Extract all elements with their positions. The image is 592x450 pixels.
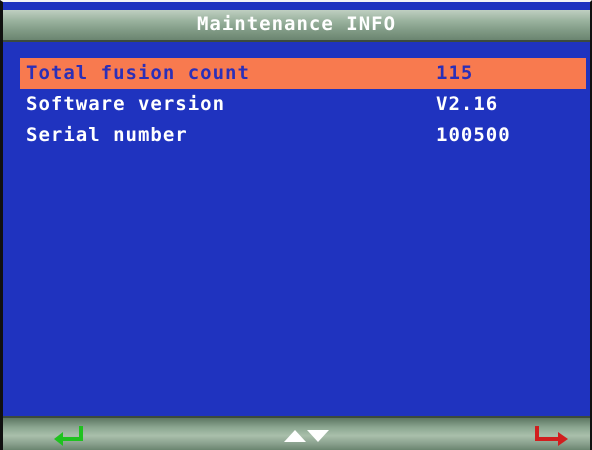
device-screen: Maintenance INFO Total fusion count 115 … (0, 0, 592, 450)
info-row-total-fusion-count[interactable]: Total fusion count 115 (20, 58, 586, 89)
info-row-serial-number[interactable]: Serial number 100500 (20, 120, 586, 151)
info-row-label: Software version (26, 93, 226, 115)
page-title: Maintenance INFO (196, 13, 397, 35)
info-row-value: V2.16 (436, 93, 499, 115)
info-list: Total fusion count 115 Software version … (20, 58, 586, 151)
title-bar-spacer (3, 2, 590, 10)
info-row-software-version[interactable]: Software version V2.16 (20, 89, 586, 120)
info-row-value: 100500 (436, 124, 511, 146)
info-row-label: Serial number (26, 124, 188, 146)
exit-arrow-icon[interactable] (531, 422, 571, 448)
up-down-arrows-icon[interactable] (282, 422, 330, 448)
footer-bar (3, 416, 590, 450)
info-row-label: Total fusion count (26, 62, 250, 84)
title-bar: Maintenance INFO (3, 10, 590, 42)
info-row-value: 115 (436, 62, 474, 84)
enter-arrow-icon[interactable] (51, 422, 87, 448)
